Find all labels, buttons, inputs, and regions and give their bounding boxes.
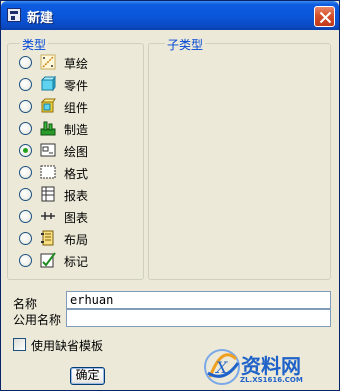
type-radio[interactable] (19, 210, 32, 223)
type-item-sketch[interactable]: 草绘 (11, 53, 141, 71)
diagram-icon (40, 208, 56, 224)
sketch-icon (40, 54, 56, 70)
markup-icon (40, 252, 56, 268)
new-file-dialog: 新建 类型 子类型 草绘零件组件制造绘图格式报表图表布局标记 名称 erhuan… (0, 0, 340, 391)
type-item-label: 布局 (64, 233, 89, 247)
type-group-label: 类型 (20, 36, 49, 53)
watermark-text: 资料网 (241, 354, 301, 378)
type-item-label: 标记 (64, 255, 89, 269)
window-title: 新建 (27, 11, 54, 26)
type-item-assembly[interactable]: 组件 (11, 97, 141, 115)
watermark-url: ZL.XS1616.COM (240, 376, 303, 384)
format-icon (40, 164, 56, 180)
window-icon (7, 8, 21, 22)
type-item-diagram[interactable]: 图表 (11, 207, 141, 225)
assembly-icon (40, 98, 56, 114)
type-radio[interactable] (19, 144, 32, 157)
common-name-field[interactable] (66, 309, 331, 327)
use-default-template-checkbox[interactable] (13, 338, 26, 351)
subtype-group-label: 子类型 (165, 36, 206, 53)
type-item-markup[interactable]: 标记 (11, 251, 141, 269)
name-label: 名称 (13, 297, 38, 311)
name-field[interactable]: erhuan (66, 291, 331, 309)
type-radio[interactable] (19, 254, 32, 267)
type-item-label: 图表 (64, 211, 89, 225)
type-radio[interactable] (19, 56, 32, 69)
type-item-label: 格式 (64, 167, 89, 181)
type-radio[interactable] (19, 188, 32, 201)
drawing-icon (40, 142, 56, 158)
svg-text:X: X (214, 358, 228, 377)
type-radio[interactable] (19, 122, 32, 135)
report-icon (40, 186, 56, 202)
type-item-label: 制造 (64, 123, 89, 137)
subtype-group: 子类型 (148, 36, 331, 280)
type-radio[interactable] (19, 232, 32, 245)
title-bar[interactable]: 新建 (1, 1, 339, 30)
part-icon (40, 75, 56, 92)
type-item-part[interactable]: 零件 (11, 75, 141, 93)
type-radio[interactable] (19, 166, 32, 179)
ok-button[interactable]: 确定 (70, 367, 105, 385)
type-item-manufacturing[interactable]: 制造 (11, 119, 141, 137)
manufacturing-icon (40, 120, 56, 136)
type-item-format[interactable]: 格式 (11, 163, 141, 181)
type-radio[interactable] (19, 100, 32, 113)
type-item-layout[interactable]: 布局 (11, 229, 141, 247)
type-item-label: 组件 (64, 101, 89, 115)
type-item-label: 零件 (64, 79, 89, 93)
close-icon (319, 11, 332, 24)
close-button[interactable] (314, 6, 335, 27)
type-item-label: 绘图 (64, 145, 89, 159)
type-item-drawing[interactable]: 绘图 (11, 141, 141, 159)
use-default-template-label[interactable]: 使用缺省模板 (31, 337, 103, 354)
common-name-label: 公用名称 (13, 313, 62, 327)
type-item-label: 草绘 (64, 57, 89, 71)
type-item-label: 报表 (64, 189, 89, 203)
type-item-report[interactable]: 报表 (11, 185, 141, 203)
layout-icon (40, 230, 56, 246)
type-radio[interactable] (19, 78, 32, 91)
